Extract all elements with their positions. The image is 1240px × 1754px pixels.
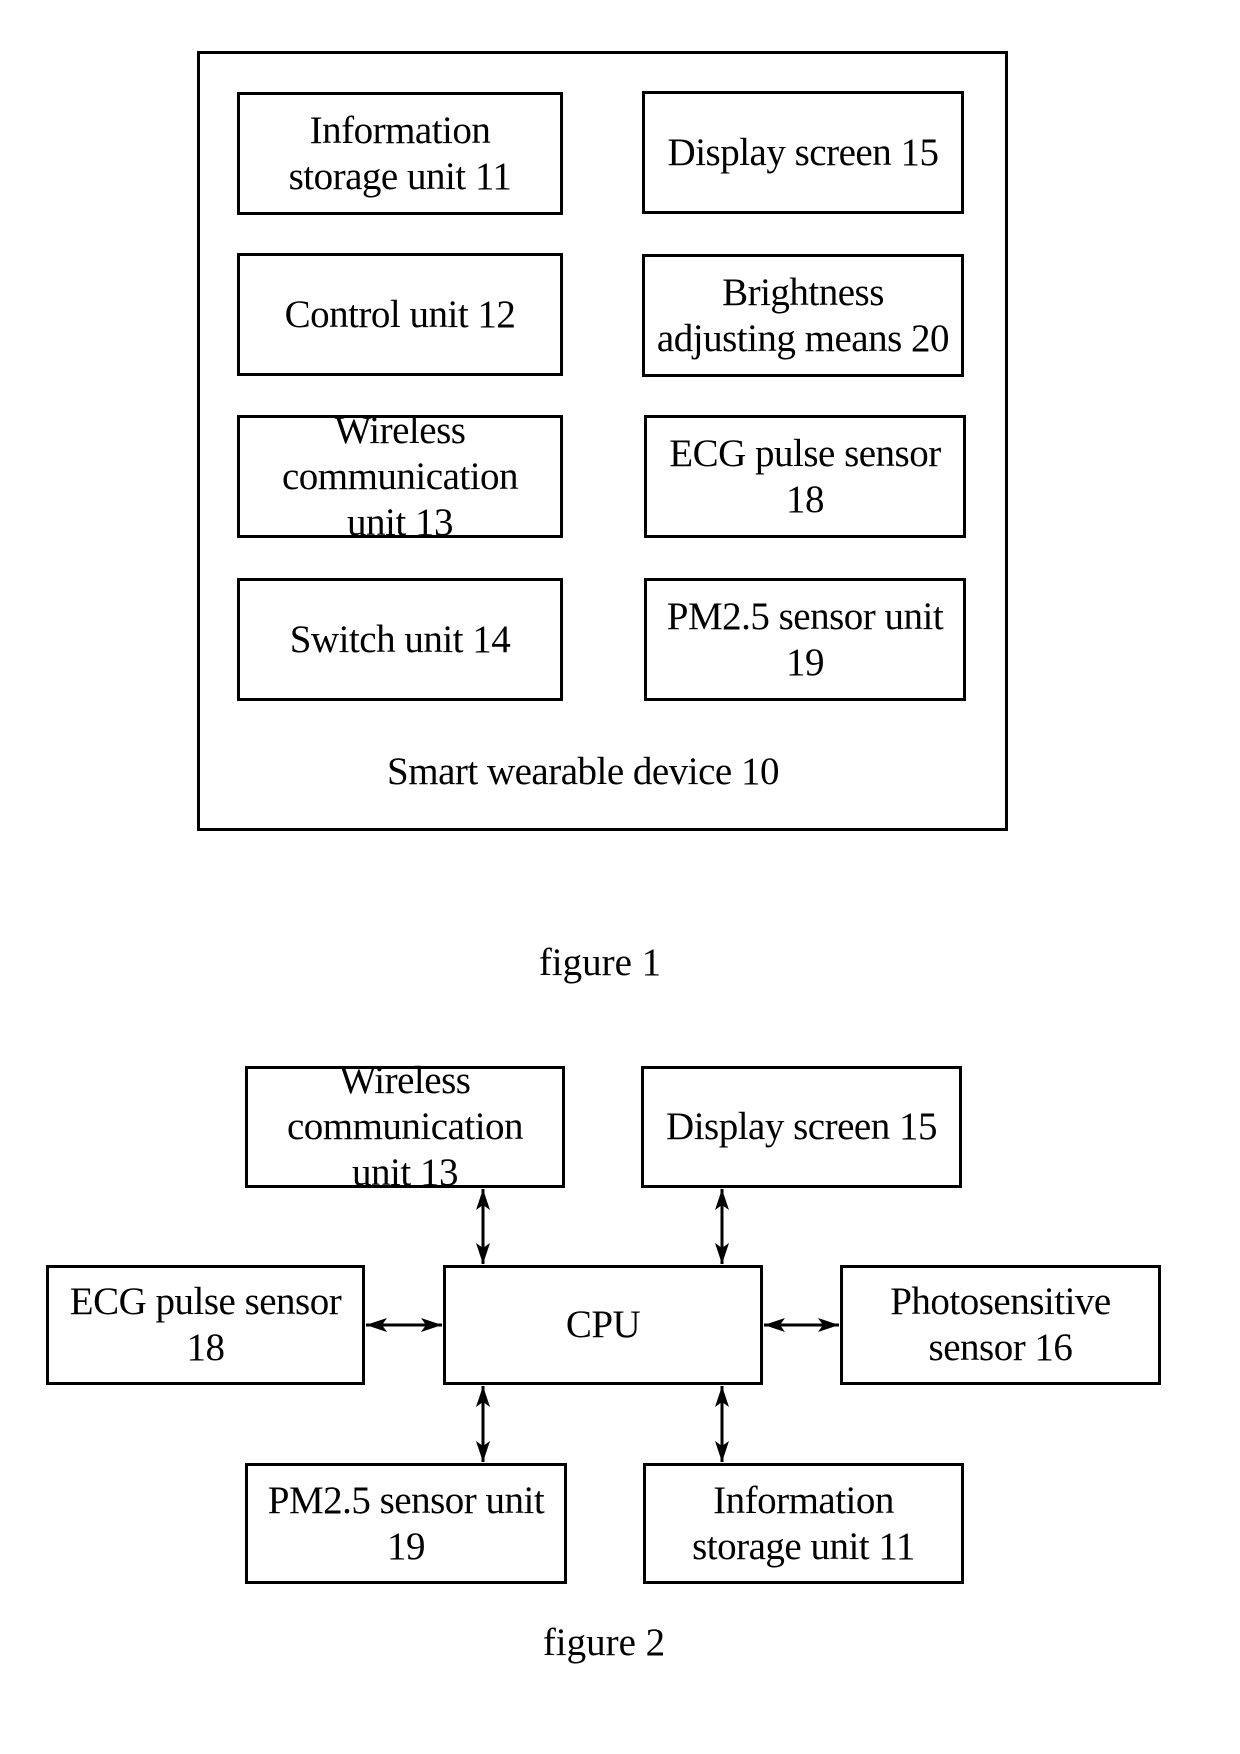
box-label: Photosensitive sensor 16 xyxy=(890,1280,1111,1369)
fig2-cpu: CPU xyxy=(443,1265,763,1385)
fig2-wireless-communication-unit: Wireless communication unit 13 xyxy=(245,1059,565,1194)
fig2-display-screen: Display screen 15 xyxy=(641,1066,962,1188)
arrow-cpu-display xyxy=(715,1189,729,1264)
arrow-cpu-pm25 xyxy=(476,1386,490,1462)
box-label: Brightness adjusting means 20 xyxy=(656,270,950,360)
fig1-control-unit: Control unit 12 xyxy=(237,253,563,376)
fig1-pm25-sensor-unit: PM2.5 sensor unit 19 xyxy=(644,578,966,701)
arrow-cpu-wireless xyxy=(476,1189,490,1264)
box-label: PM2.5 sensor unit 19 xyxy=(666,594,944,684)
box-label: PM2.5 sensor unit 19 xyxy=(267,1478,545,1568)
box-label: Display screen 15 xyxy=(667,130,939,174)
figure-1-caption: figure 1 xyxy=(538,941,662,984)
box-label: CPU xyxy=(565,1303,641,1346)
box-label: ECG pulse sensor 18 xyxy=(669,431,941,521)
arrow-cpu-photosensitive xyxy=(764,1318,839,1332)
box-label: Wireless communication unit 13 xyxy=(281,408,519,544)
fig2-photosensitive-sensor: Photosensitive sensor 16 xyxy=(840,1265,1161,1385)
box-label: Information storage unit 11 xyxy=(288,108,512,198)
arrow-cpu-information-storage xyxy=(715,1386,729,1462)
fig1-display-screen: Display screen 15 xyxy=(642,91,964,214)
fig1-information-storage-unit: Information storage unit 11 xyxy=(237,92,563,215)
fig1-wireless-communication-unit: Wireless communication unit 13 xyxy=(237,409,563,544)
arrow-cpu-ecg xyxy=(366,1318,442,1332)
box-label: Display screen 15 xyxy=(666,1105,937,1148)
box-label: Information storage unit 11 xyxy=(692,1478,915,1568)
smart-wearable-device-label: Smart wearable device 10 xyxy=(387,750,779,793)
fig1-switch-unit: Switch unit 14 xyxy=(237,578,563,701)
fig1-ecg-pulse-sensor: ECG pulse sensor 18 xyxy=(644,415,966,538)
fig2-pm25-sensor-unit: PM2.5 sensor unit 19 xyxy=(245,1463,567,1584)
fig2-information-storage-unit: Information storage unit 11 xyxy=(643,1463,964,1584)
figure-2-caption: figure 2 xyxy=(542,1621,666,1664)
box-label: Switch unit 14 xyxy=(289,617,511,661)
fig1-brightness-adjusting-means: Brightness adjusting means 20 xyxy=(642,254,964,377)
box-label: Control unit 12 xyxy=(284,292,516,336)
box-label: ECG pulse sensor 18 xyxy=(69,1280,342,1369)
box-label: Wireless communication unit 13 xyxy=(286,1059,524,1194)
fig2-ecg-pulse-sensor: ECG pulse sensor 18 xyxy=(46,1265,365,1385)
